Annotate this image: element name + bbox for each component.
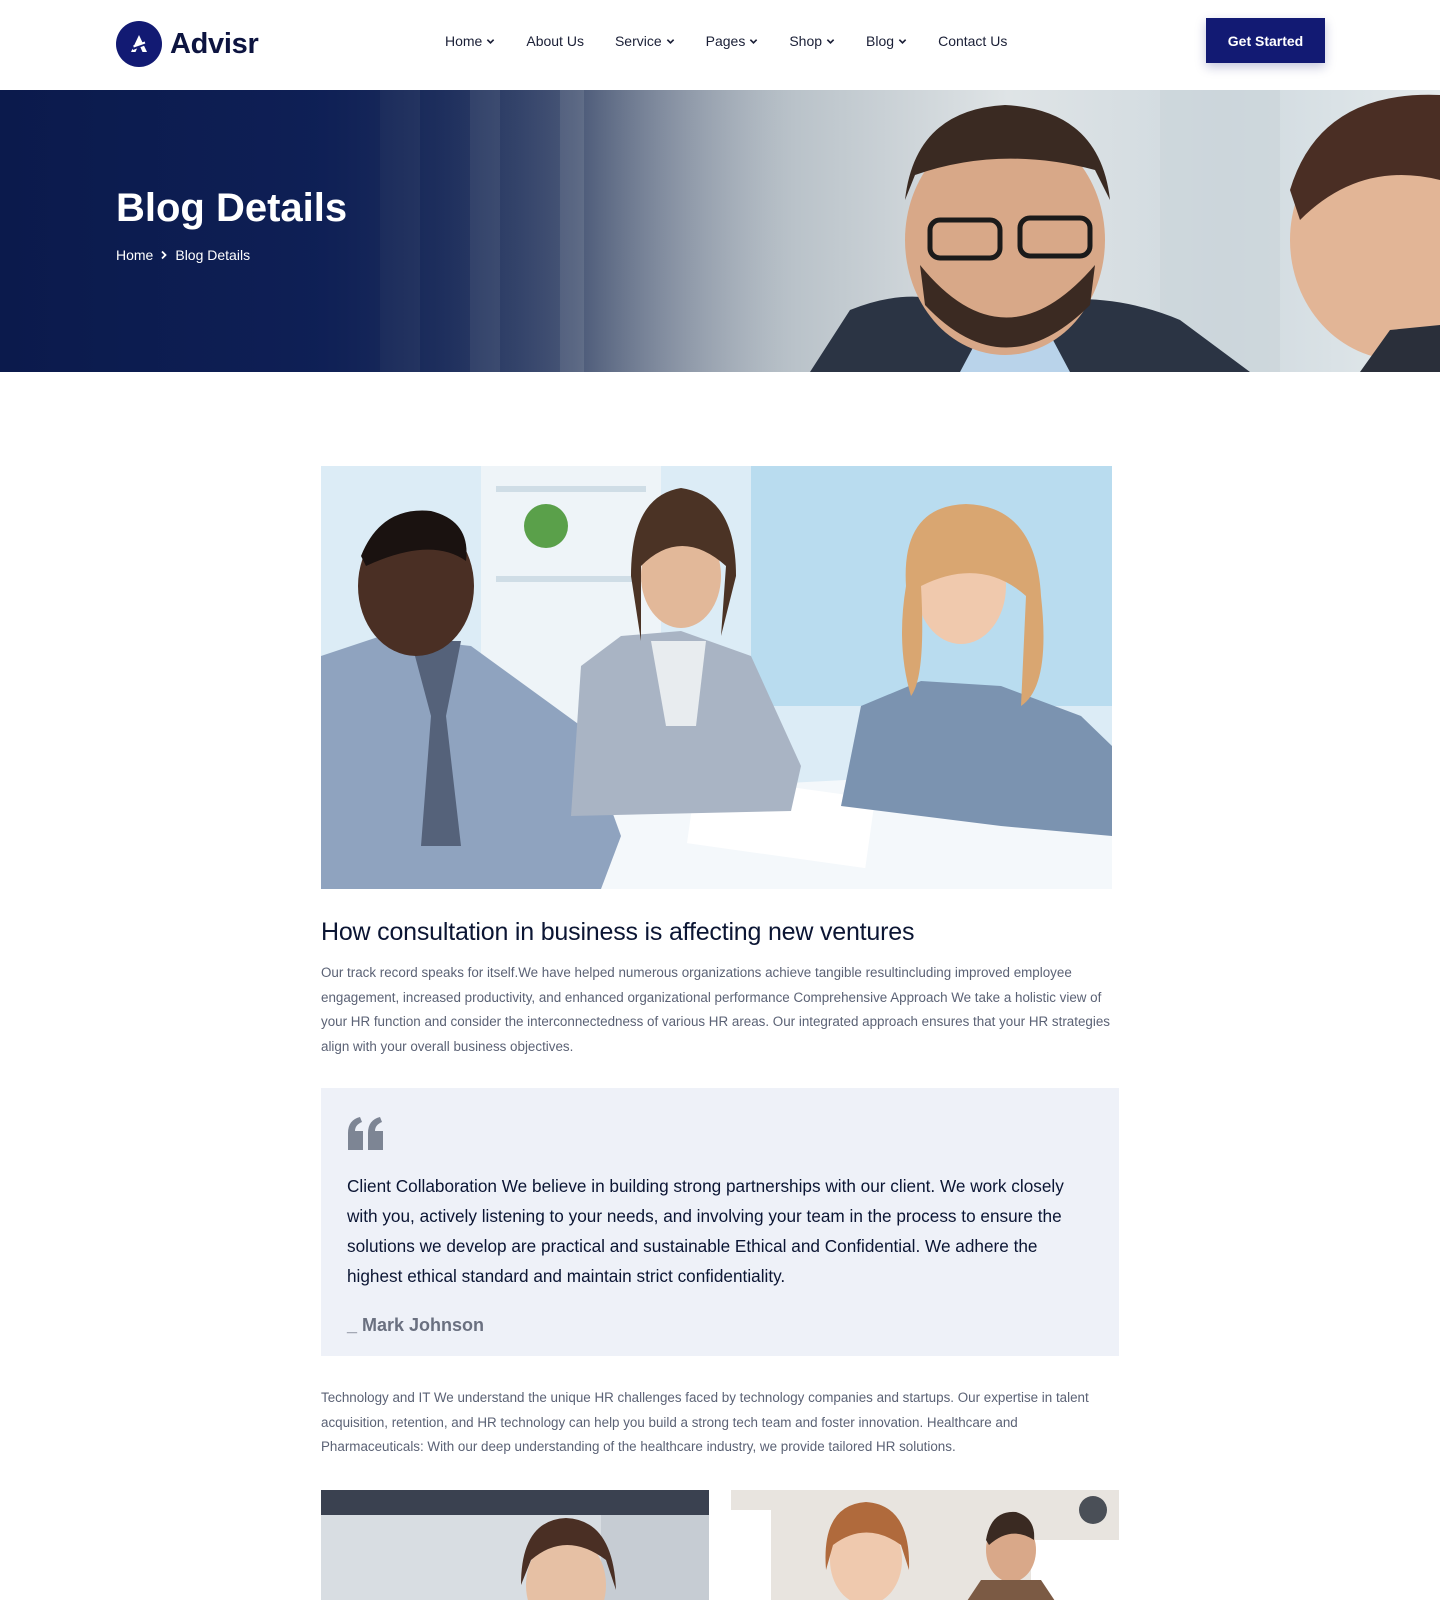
main-nav: Home About Us Service Pages Shop Blog Co…	[445, 33, 1038, 49]
nav-label: Contact Us	[938, 33, 1008, 49]
nav-item-service[interactable]: Service	[615, 33, 675, 49]
breadcrumb-current: Blog Details	[175, 247, 251, 263]
nav-label: About Us	[526, 33, 584, 49]
chevron-right-icon	[161, 250, 168, 260]
chevron-down-icon	[487, 38, 495, 44]
nav-item-about[interactable]: About Us	[526, 33, 584, 49]
nav-label: Blog	[866, 33, 895, 49]
nav-label: Pages	[705, 33, 746, 49]
article-title: How consultation in business is affectin…	[321, 918, 915, 946]
nav-item-home[interactable]: Home	[445, 33, 495, 49]
nav-item-pages[interactable]: Pages	[706, 33, 759, 49]
nav-label: Service	[614, 33, 662, 49]
article-quote: Client Collaboration We believe in build…	[321, 1088, 1119, 1356]
chevron-down-icon	[826, 38, 835, 44]
page-title: Blog Details	[116, 186, 348, 230]
nav-label: Home	[445, 33, 483, 49]
breadcrumb: Home Blog Details	[116, 247, 250, 263]
quote-text: Client Collaboration We believe in build…	[347, 1176, 1064, 1286]
article-intro: Our track record speaks for itself.We ha…	[321, 965, 1110, 1054]
nav-item-shop[interactable]: Shop	[789, 33, 835, 49]
nav-item-contact[interactable]: Contact Us	[938, 33, 1007, 49]
hero-background-image	[0, 90, 1440, 372]
breadcrumb-home-link[interactable]: Home	[116, 247, 153, 263]
nav-item-blog[interactable]: Blog	[866, 33, 907, 49]
quote-author: _ Mark Johnson	[347, 1315, 485, 1335]
quote-icon	[348, 1117, 383, 1150]
nav-label: Shop	[789, 33, 823, 49]
brand-logo[interactable]: Advisr	[116, 21, 259, 67]
chevron-down-icon	[666, 38, 674, 44]
page-hero: Blog Details Home Blog Details	[0, 90, 1440, 372]
article-body: Technology and IT We understand the uniq…	[321, 1390, 1089, 1454]
chevron-down-icon	[750, 38, 758, 44]
gallery-image-left	[321, 1489, 709, 1600]
site-header: Advisr Home About Us Service Pages Shop …	[0, 0, 1440, 90]
blog-article: How consultation in business is affectin…	[321, 466, 1119, 1600]
gallery-image-right	[731, 1489, 1119, 1600]
article-gallery	[321, 1489, 1119, 1600]
get-started-button[interactable]: Get Started	[1206, 18, 1325, 63]
logo-icon	[116, 21, 162, 67]
article-featured-image	[321, 466, 1112, 889]
brand-name: Advisr	[170, 27, 259, 60]
chevron-down-icon	[898, 38, 907, 44]
